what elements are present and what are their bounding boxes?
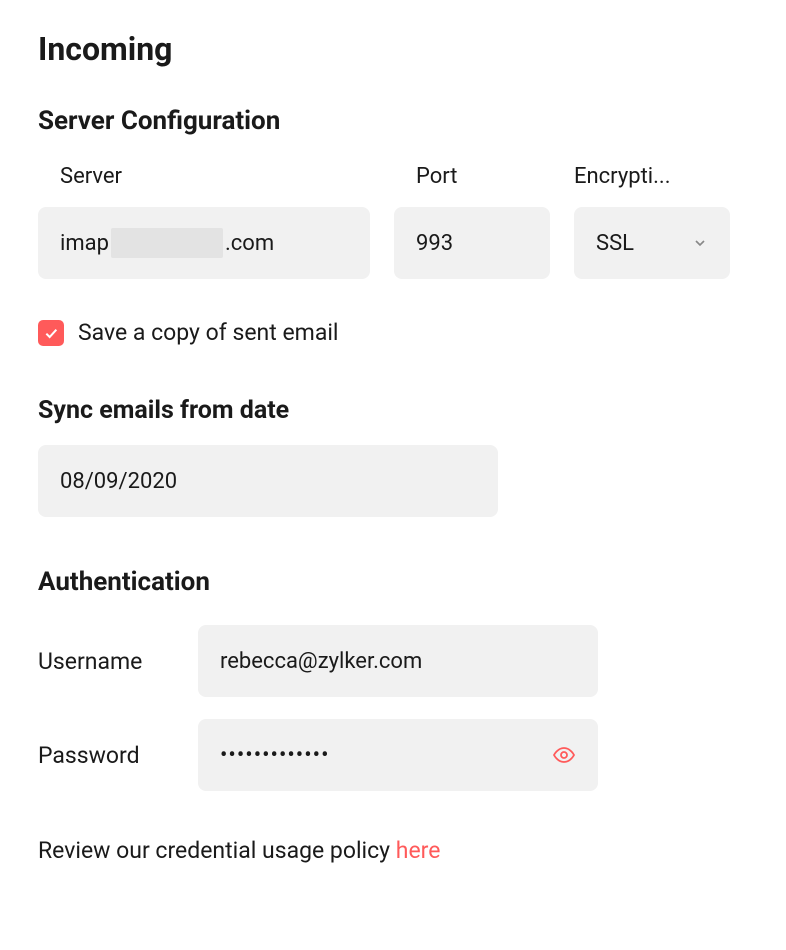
sync-date-value: 08/09/2020 <box>60 469 177 494</box>
policy-prefix: Review our credential usage policy <box>38 837 396 864</box>
server-label: Server <box>38 164 370 189</box>
policy-text: Review our credential usage policy here <box>38 837 748 864</box>
chevron-down-icon <box>692 235 708 251</box>
server-prefix: imap <box>60 231 109 256</box>
server-config-title: Server Configuration <box>38 106 748 136</box>
server-suffix: .com <box>225 231 274 256</box>
server-input[interactable]: imap .com <box>38 207 370 279</box>
server-config-row: Server imap .com Port 993 Encrypti... SS… <box>38 164 748 279</box>
username-value: rebecca@zylker.com <box>220 649 422 674</box>
username-row: Username rebecca@zylker.com <box>38 625 748 697</box>
port-value: 993 <box>416 231 453 256</box>
encryption-field: Encrypti... SSL <box>574 164 730 279</box>
sync-title: Sync emails from date <box>38 396 748 425</box>
auth-title: Authentication <box>38 567 748 597</box>
port-input[interactable]: 993 <box>394 207 550 279</box>
password-row: Password ••••••••••••• <box>38 719 748 791</box>
policy-link[interactable]: here <box>396 837 441 864</box>
sync-date-input[interactable]: 08/09/2020 <box>38 445 498 517</box>
save-copy-row: Save a copy of sent email <box>38 319 748 346</box>
page-title: Incoming <box>38 30 748 68</box>
check-icon <box>43 325 59 341</box>
save-copy-checkbox[interactable] <box>38 320 64 346</box>
port-label: Port <box>394 164 550 189</box>
server-redacted <box>111 228 223 258</box>
username-label: Username <box>38 648 158 675</box>
eye-icon[interactable] <box>552 743 576 767</box>
server-field: Server imap .com <box>38 164 370 279</box>
password-label: Password <box>38 742 158 769</box>
username-input[interactable]: rebecca@zylker.com <box>198 625 598 697</box>
sync-section: Sync emails from date 08/09/2020 <box>38 396 748 517</box>
encryption-label: Encrypti... <box>574 164 730 189</box>
encryption-value: SSL <box>596 231 634 256</box>
save-copy-label: Save a copy of sent email <box>78 319 339 346</box>
encryption-select[interactable]: SSL <box>574 207 730 279</box>
port-field: Port 993 <box>394 164 550 279</box>
password-input[interactable]: ••••••••••••• <box>198 719 598 791</box>
password-masked: ••••••••••••• <box>220 743 330 768</box>
